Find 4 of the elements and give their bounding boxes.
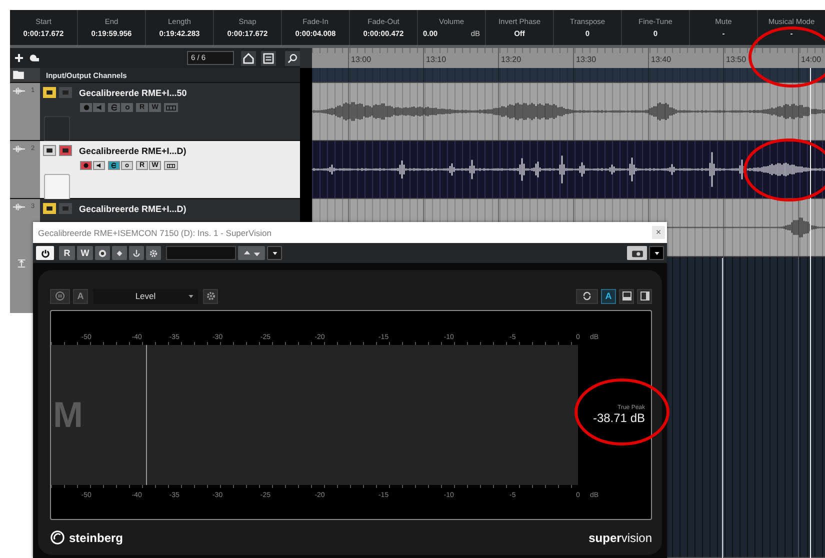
true-peak-value: -38.71 dB xyxy=(592,411,645,425)
product-name: supervision xyxy=(588,530,652,544)
brand-name: steinberg xyxy=(69,530,124,544)
window-title: Gecalibreerde RME+ISEMCON 7150 (D): Ins. 1 - SuperVision xyxy=(38,228,272,238)
